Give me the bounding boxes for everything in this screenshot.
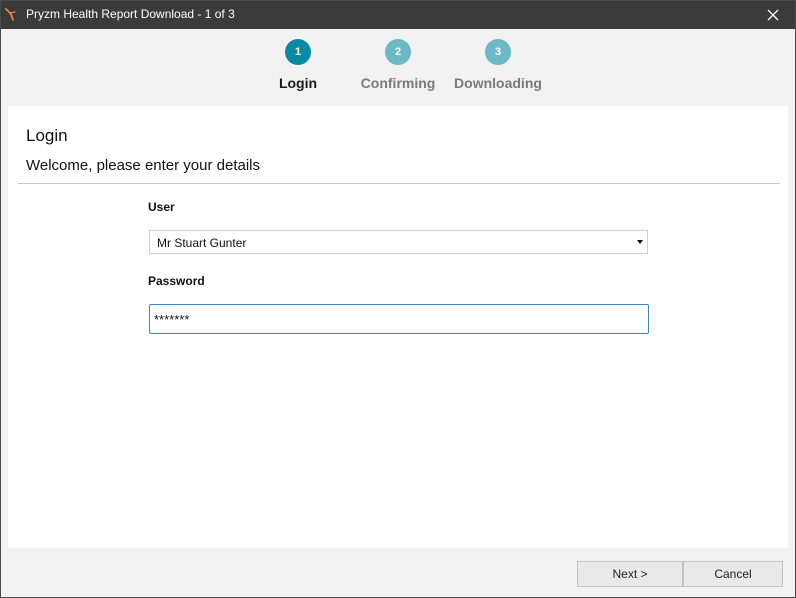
next-button[interactable]: Next > [577,561,683,587]
close-icon [767,9,779,21]
step-confirming: 2 Confirming [343,39,453,91]
dialog-window: Pryzm Health Report Download - 1 of 3 1 … [0,0,796,598]
user-select-value: Mr Stuart Gunter [157,236,247,250]
dialog-footer: Next > Cancel [1,549,795,597]
step-number-badge: 3 [485,39,511,65]
step-number-badge: 1 [285,39,311,65]
progress-stepper: 1 Login 2 Confirming 3 Downloading [1,29,795,105]
window-title: Pryzm Health Report Download - 1 of 3 [26,7,235,21]
page-title: Login [26,126,68,145]
dropdown-arrow-icon [637,240,643,244]
step-label: Confirming [360,75,436,91]
step-downloading: 3 Downloading [443,39,553,91]
pryzm-logo-icon [5,7,17,21]
step-label: Login [278,75,318,91]
step-label: Downloading [454,75,542,91]
user-select[interactable]: Mr Stuart Gunter [149,230,648,254]
page-subtitle: Welcome, please enter your details [26,157,261,174]
divider [18,183,780,184]
cancel-button[interactable]: Cancel [683,561,783,587]
login-panel: Login Welcome, please enter your details… [8,106,788,548]
step-login: 1 Login [243,39,353,91]
password-label: Password [148,274,205,288]
close-button[interactable] [751,1,795,29]
step-number-badge: 2 [385,39,411,65]
password-field[interactable] [149,304,649,334]
user-label: User [148,200,175,214]
title-bar: Pryzm Health Report Download - 1 of 3 [1,1,795,29]
